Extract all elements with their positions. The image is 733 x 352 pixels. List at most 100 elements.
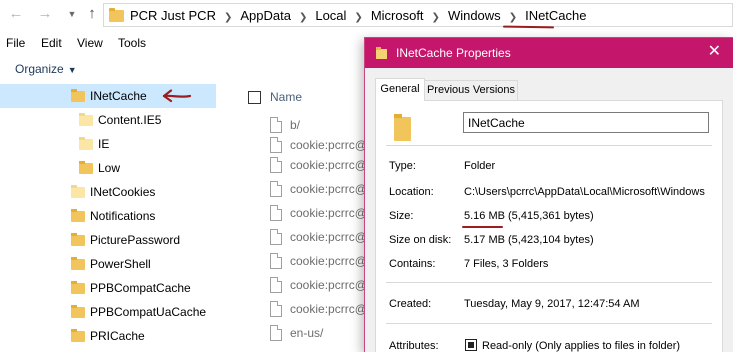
- breadcrumb: PCR Just PCR ❯ AppData ❯ Local ❯ Microsoft ❯ Win…: [130, 8, 587, 23]
- organize-label: Organize: [15, 62, 64, 76]
- tree-item-picturepassword[interactable]: PicturePassword: [0, 228, 216, 252]
- folder-icon: [79, 113, 93, 126]
- breadcrumb-item[interactable]: AppData: [240, 8, 291, 23]
- folder-icon: [71, 281, 85, 294]
- list-item[interactable]: cookie:pcrrc@: [236, 135, 376, 155]
- tree-item-notifications[interactable]: Notifications: [0, 204, 216, 228]
- breadcrumb-item[interactable]: Microsoft: [371, 8, 424, 23]
- tree-item-ppbcompatcache[interactable]: PPBCompatCache: [0, 276, 216, 300]
- file-name: b/: [290, 118, 301, 132]
- address-bar[interactable]: PCR Just PCR ❯ AppData ❯ Local ❯ Microsoft ❯ Win…: [103, 3, 733, 27]
- file-name: cookie:pcrrc@: [290, 278, 367, 292]
- menu-bar: File Edit View Tools: [0, 33, 360, 53]
- divider: [386, 323, 712, 324]
- folder-name-field[interactable]: INetCache: [463, 112, 709, 133]
- tree-item-content-ie5[interactable]: Content.IE5: [0, 108, 216, 132]
- dialog-title: INetCache Properties: [396, 46, 511, 60]
- file-icon: [270, 229, 282, 245]
- tree-item-ppbcompatuacache[interactable]: PPBCompatUaCache: [0, 300, 216, 324]
- divider: [386, 282, 712, 283]
- list-item[interactable]: cookie:pcrrc@: [236, 179, 376, 199]
- folder-icon: [71, 305, 85, 318]
- list-item[interactable]: cookie:pcrrc@: [236, 203, 376, 223]
- tree-item-label: INetCookies: [90, 185, 156, 199]
- breadcrumb-item[interactable]: PCR Just PCR: [130, 8, 216, 23]
- address-row: ← → ▼ ↑ PCR Just PCR ❯ AppData ❯ Local ❯ Micro…: [0, 0, 733, 30]
- file-icon: [270, 325, 282, 341]
- type-value: Folder: [464, 160, 496, 172]
- tree-item-label: PowerShell: [90, 257, 151, 271]
- file-icon: [270, 205, 282, 221]
- file-name: cookie:pcrrc@: [290, 302, 367, 316]
- file-icon: [270, 137, 282, 153]
- back-arrow-icon[interactable]: ←: [6, 4, 26, 24]
- menu-file[interactable]: File: [6, 36, 25, 50]
- list-item[interactable]: cookie:pcrrc@: [236, 251, 376, 271]
- folder-icon: [376, 47, 387, 60]
- tree-item-ie[interactable]: IE: [0, 132, 216, 156]
- list-item[interactable]: b/: [236, 115, 376, 135]
- column-header-name[interactable]: Name: [270, 90, 302, 104]
- file-icon: [270, 157, 282, 173]
- recent-locations-chevron-icon[interactable]: ▼: [62, 4, 82, 24]
- menu-view[interactable]: View: [77, 36, 103, 50]
- tree-item-label: PRICache: [90, 329, 145, 343]
- size-on-disk-label: Size on disk:: [389, 234, 452, 246]
- chevron-down-icon: ▼: [67, 65, 77, 75]
- location-value: C:\Users\pcrrc\AppData\Local\Microsoft\W…: [464, 186, 705, 198]
- tree-item-label: Notifications: [90, 209, 156, 223]
- menu-edit[interactable]: Edit: [41, 36, 62, 50]
- folder-icon: [79, 161, 93, 174]
- chevron-right-icon[interactable]: ❯: [432, 12, 440, 23]
- forward-arrow-icon[interactable]: →: [35, 4, 55, 24]
- size-on-disk-value: 5.17 MB (5,423,104 bytes): [464, 234, 594, 246]
- attributes-label: Attributes:: [389, 340, 439, 352]
- file-name: cookie:pcrrc@: [290, 230, 367, 244]
- file-icon: [270, 277, 282, 293]
- organize-button[interactable]: Organize ▼: [15, 62, 77, 76]
- breadcrumb-item[interactable]: Windows: [448, 8, 501, 23]
- tree-item-powershell[interactable]: PowerShell: [0, 252, 216, 276]
- chevron-right-icon[interactable]: ❯: [509, 12, 517, 23]
- tree-item-inetcookies[interactable]: INetCookies: [0, 180, 216, 204]
- divider: [386, 145, 712, 146]
- read-only-checkbox[interactable]: [465, 339, 477, 351]
- file-icon: [270, 181, 282, 197]
- size-value: 5.16 MB (5,415,361 bytes): [464, 210, 594, 222]
- list-item[interactable]: cookie:pcrrc@: [236, 227, 376, 247]
- folder-icon: [71, 89, 85, 102]
- folder-icon: [71, 329, 85, 342]
- tree-item-label: Low: [98, 161, 121, 175]
- tree-item-label: IE: [98, 137, 110, 151]
- breadcrumb-item[interactable]: Local: [315, 8, 346, 23]
- folder-icon: [71, 257, 85, 270]
- tree-item-pricache[interactable]: PRICache: [0, 324, 216, 348]
- breadcrumb-current[interactable]: INetCache: [525, 8, 586, 23]
- list-item[interactable]: en-us/: [236, 323, 376, 343]
- annotation-arrow-icon: [162, 89, 192, 103]
- file-name: cookie:pcrrc@: [290, 182, 367, 196]
- close-icon[interactable]: ✕: [708, 44, 721, 60]
- folder-icon: [71, 209, 85, 222]
- tree-item-label: PPBCompatUaCache: [90, 305, 207, 319]
- up-arrow-icon[interactable]: ↑: [82, 4, 102, 24]
- chevron-right-icon[interactable]: ❯: [354, 12, 362, 23]
- chevron-right-icon[interactable]: ❯: [224, 12, 232, 23]
- select-all-checkbox[interactable]: [248, 91, 261, 104]
- dialog-body: General Previous Versions INetCache Type…: [365, 68, 733, 352]
- folder-icon: [71, 233, 85, 246]
- list-item[interactable]: cookie:pcrrc@: [236, 299, 376, 319]
- chevron-right-icon[interactable]: ❯: [299, 12, 307, 23]
- tab-general[interactable]: General: [375, 78, 425, 101]
- list-item[interactable]: cookie:pcrrc@: [236, 275, 376, 295]
- folder-icon: [109, 8, 124, 22]
- menu-tools[interactable]: Tools: [118, 36, 146, 50]
- tab-previous-versions[interactable]: Previous Versions: [425, 80, 518, 100]
- file-name: cookie:pcrrc@: [290, 158, 367, 172]
- list-item[interactable]: cookie:pcrrc@: [236, 155, 376, 175]
- created-label: Created:: [389, 298, 432, 310]
- created-value: Tuesday, May 9, 2017, 12:47:54 AM: [464, 298, 640, 310]
- dialog-titlebar[interactable]: INetCache Properties ✕: [365, 38, 733, 68]
- properties-dialog: INetCache Properties ✕ General Previous …: [364, 37, 733, 352]
- tree-item-low[interactable]: Low: [0, 156, 216, 180]
